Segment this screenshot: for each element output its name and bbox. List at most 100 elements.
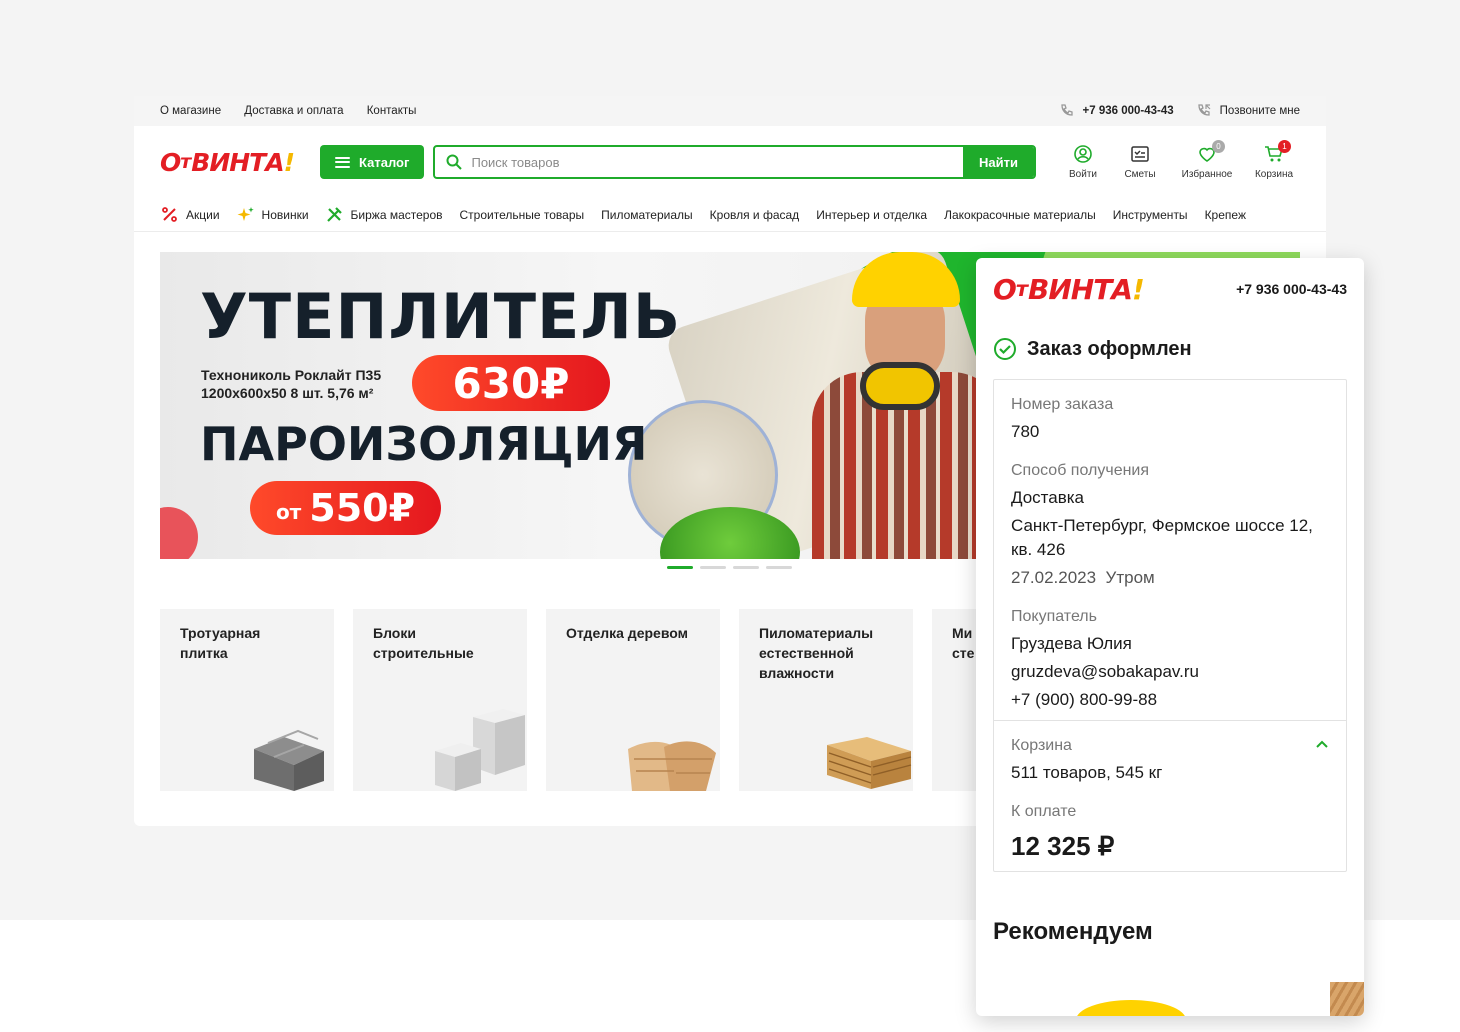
search-button[interactable]: Найти bbox=[963, 147, 1034, 177]
price-value: 550₽ bbox=[309, 486, 416, 530]
link-contacts[interactable]: Контакты bbox=[367, 105, 417, 117]
buyer-email: gruzdeva@sobakapav.ru bbox=[1011, 662, 1199, 681]
panel-header: От ВИНТА! +7 936 000-43-43 bbox=[976, 258, 1364, 320]
nav-label: Крепеж bbox=[1204, 207, 1246, 222]
cart-summary: 511 товаров, 545 кг bbox=[1011, 763, 1163, 782]
callback-link[interactable]: Позвоните мне bbox=[1196, 103, 1300, 119]
recommended-product-image[interactable] bbox=[1330, 982, 1364, 1016]
estimates-button[interactable]: Сметы bbox=[1119, 144, 1161, 180]
carousel-dot[interactable] bbox=[766, 566, 792, 569]
login-button[interactable]: Войти bbox=[1062, 144, 1104, 180]
favorites-button[interactable]: 0 Избранное bbox=[1176, 140, 1238, 180]
nav-item-masters[interactable]: Биржа мастеров bbox=[326, 206, 443, 223]
carousel-dots bbox=[667, 566, 799, 569]
earmuffs-image bbox=[860, 362, 940, 410]
order-confirmation-panel: От ВИНТА! +7 936 000-43-43 Заказ оформлен… bbox=[976, 258, 1364, 1016]
category-title: Ми сте bbox=[952, 625, 975, 661]
category-tile[interactable]: Тротуарная плитка bbox=[160, 609, 334, 791]
percent-icon bbox=[162, 207, 177, 222]
chevron-up-icon[interactable] bbox=[1315, 737, 1329, 751]
logo-main: ВИНТА bbox=[191, 147, 284, 177]
paving-tiles-image bbox=[254, 729, 324, 791]
nav-item-sales[interactable]: Акции bbox=[161, 206, 220, 223]
logo-t: т bbox=[1015, 277, 1028, 301]
catalog-label: Каталог bbox=[359, 154, 410, 170]
callback-label: Позвоните мне bbox=[1219, 105, 1300, 117]
favorites-badge: 0 bbox=[1212, 140, 1225, 153]
estimates-label: Сметы bbox=[1124, 169, 1156, 180]
logo-main: ВИНТА bbox=[1027, 272, 1133, 306]
price-prefix: от bbox=[275, 500, 302, 524]
order-status-text: Заказ оформлен bbox=[1027, 337, 1192, 360]
category-tiles: Тротуарная плитка Блоки строительные Отд… bbox=[160, 609, 992, 791]
nav-item-paints[interactable]: Лакокрасочные материалы bbox=[944, 208, 1096, 222]
nav-item-fasteners[interactable]: Крепеж bbox=[1205, 208, 1246, 222]
delivery-method: Доставка bbox=[1011, 488, 1085, 507]
logo-o: О bbox=[160, 147, 181, 177]
order-number-label: Номер заказа bbox=[1011, 396, 1114, 413]
top-right: +7 936 000-43-43 Позвоните мне bbox=[1059, 103, 1300, 119]
top-bar: О магазине Доставка и оплата Контакты +7… bbox=[134, 96, 1326, 126]
check-circle-icon bbox=[994, 338, 1016, 360]
banner-subtitle-line: Технониколь Роклайт П35 bbox=[201, 367, 382, 383]
cart-toggle[interactable]: Корзина bbox=[1011, 731, 1329, 757]
category-tile[interactable]: Блоки строительные bbox=[353, 609, 527, 791]
building-blocks-image bbox=[435, 709, 525, 791]
nav-item-new[interactable]: Новинки bbox=[237, 206, 309, 223]
nav-label: Строительные товары bbox=[459, 207, 585, 222]
logo-t: т bbox=[180, 151, 191, 173]
banner-subtitle: Технониколь Роклайт П35 1200x600x50 8 шт… bbox=[201, 366, 411, 402]
recommended-product-image[interactable] bbox=[1076, 1000, 1186, 1016]
order-total: 12 325 ₽ bbox=[1011, 831, 1115, 861]
order-status: Заказ оформлен bbox=[976, 333, 1364, 365]
carousel-dot[interactable] bbox=[733, 566, 759, 569]
nav-item-building[interactable]: Строительные товары bbox=[460, 208, 585, 222]
carousel-dot-active[interactable] bbox=[667, 566, 693, 569]
payment-label: К оплате bbox=[1011, 803, 1077, 820]
category-tile[interactable]: Пиломатериалы естественной влажности bbox=[739, 609, 913, 791]
nav-item-lumber[interactable]: Пиломатериалы bbox=[601, 208, 693, 222]
order-info-section: Номер заказа 780 Способ получения Достав… bbox=[994, 380, 1346, 720]
cart-badge: 1 bbox=[1278, 140, 1291, 153]
nav-item-tools[interactable]: Инструменты bbox=[1113, 208, 1188, 222]
category-nav: Акции Новинки Биржа мастеров Строительны… bbox=[134, 198, 1326, 232]
buyer-label: Покупатель bbox=[1011, 608, 1097, 625]
category-title: Пиломатериалы естественной влажности bbox=[759, 625, 874, 681]
cart-button[interactable]: 1 Корзина bbox=[1248, 140, 1300, 180]
nav-label: Биржа мастеров bbox=[350, 207, 443, 222]
user-icon bbox=[1074, 145, 1092, 163]
order-details-card: Номер заказа 780 Способ получения Достав… bbox=[993, 379, 1347, 872]
link-delivery[interactable]: Доставка и оплата bbox=[244, 105, 343, 117]
logo[interactable]: От ВИНТА! bbox=[160, 147, 295, 177]
cart-label: Корзина bbox=[1254, 169, 1294, 180]
cart-section-label: Корзина bbox=[1011, 737, 1072, 754]
estimates-icon bbox=[1131, 146, 1149, 162]
search-input[interactable]: Поиск товаров bbox=[471, 155, 963, 170]
top-links: О магазине Доставка и оплата Контакты bbox=[160, 105, 436, 117]
callback-icon bbox=[1198, 104, 1211, 116]
nav-item-roofing[interactable]: Кровля и фасад bbox=[710, 208, 800, 222]
banner-subtitle-line: 1200x600x50 8 шт. 5,76 м² bbox=[201, 385, 374, 401]
nav-label: Новинки bbox=[261, 207, 309, 222]
category-title: Отделка деревом bbox=[566, 625, 688, 641]
catalog-button[interactable]: Каталог bbox=[320, 145, 425, 179]
buyer-phone: +7 (900) 800-99-88 bbox=[1011, 690, 1158, 709]
menu-icon bbox=[335, 156, 351, 168]
link-about[interactable]: О магазине bbox=[160, 105, 221, 117]
category-tile[interactable]: Отделка деревом bbox=[546, 609, 720, 791]
panel-phone[interactable]: +7 936 000-43-43 bbox=[1236, 281, 1347, 297]
favorites-label: Избранное bbox=[1181, 169, 1233, 180]
top-phone[interactable]: +7 936 000-43-43 bbox=[1059, 103, 1174, 119]
search-bar: Поиск товаров Найти bbox=[433, 145, 1036, 179]
delivery-date: 27.02.2023 Утром bbox=[1011, 568, 1155, 587]
phone-icon bbox=[1060, 104, 1073, 116]
logo-o: О bbox=[993, 272, 1017, 306]
header: От ВИНТА! Каталог Поиск товаров Найти Вой… bbox=[134, 126, 1326, 198]
nav-item-interior[interactable]: Интерьер и отделка bbox=[816, 208, 927, 222]
carousel-dot[interactable] bbox=[700, 566, 726, 569]
order-number: 780 bbox=[1011, 422, 1040, 441]
nav-label: Лакокрасочные материалы bbox=[944, 207, 1096, 222]
category-title: Блоки строительные bbox=[373, 625, 474, 661]
nav-label: Интерьер и отделка bbox=[816, 207, 928, 222]
panel-logo[interactable]: От ВИНТА! bbox=[993, 272, 1145, 306]
